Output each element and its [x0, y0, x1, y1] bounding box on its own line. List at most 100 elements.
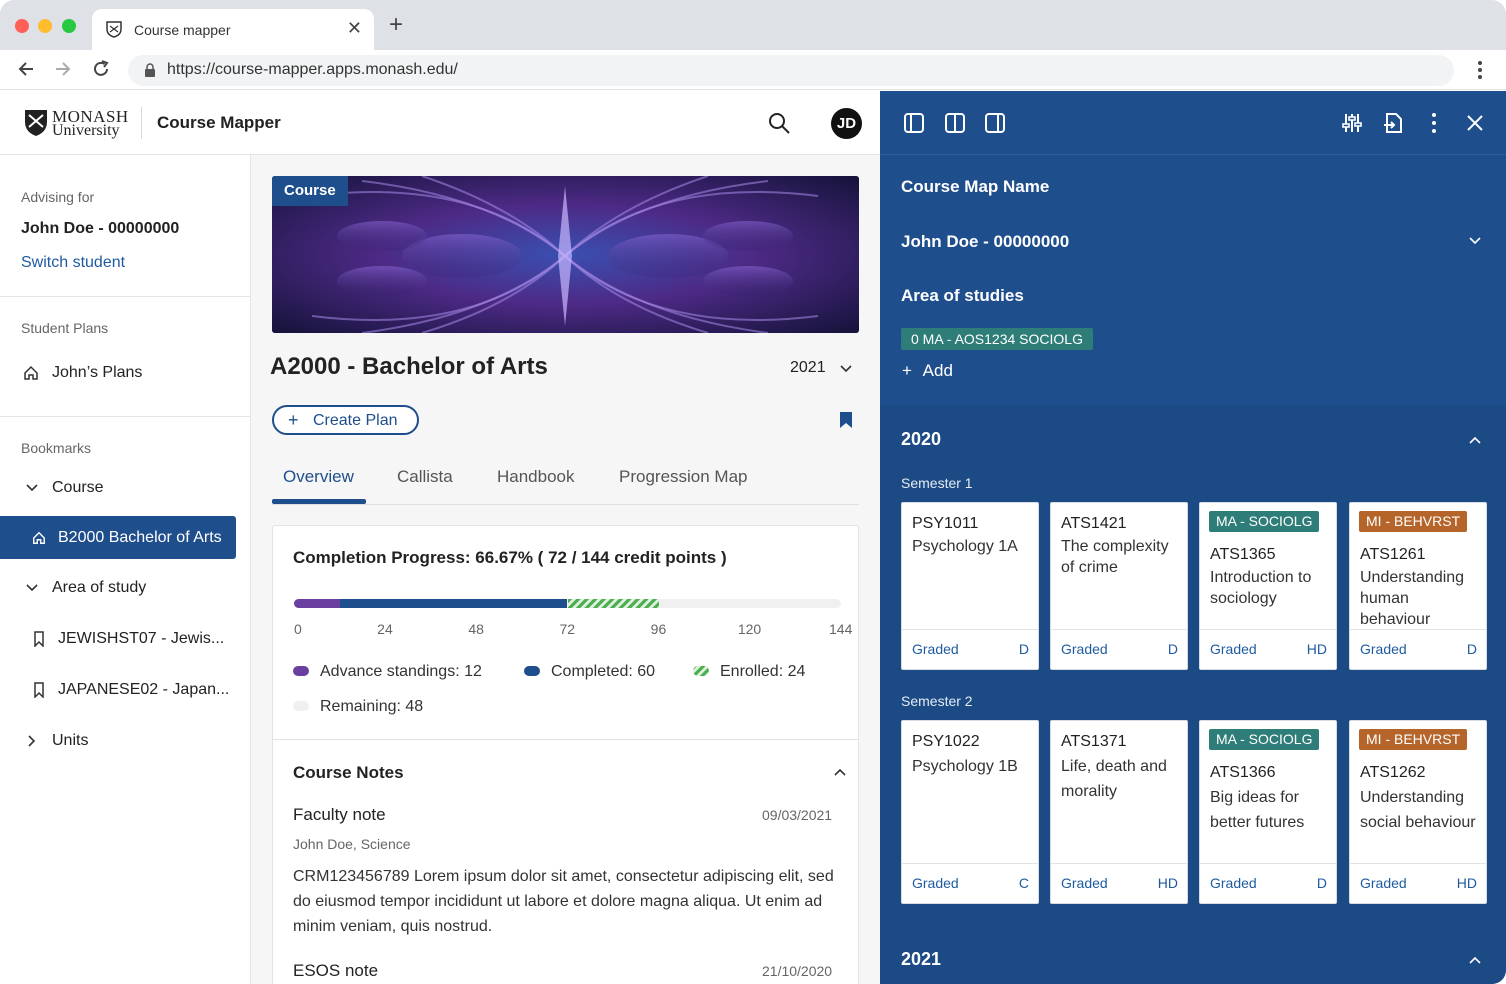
tab-progression-map[interactable]: Progression Map [619, 467, 748, 487]
unit-card[interactable]: ATS1371 Life, death and morality Graded HD [1050, 720, 1188, 904]
progress-segment-enrolled [567, 599, 659, 608]
unit-footer: Graded D [1200, 863, 1336, 903]
sidebar-item-b2000[interactable]: B2000 Bachelor of Arts [0, 516, 236, 559]
layout-split-icon[interactable] [944, 112, 966, 134]
sidebar-item-label: John’s Plans [52, 364, 143, 381]
maximize-window-button[interactable] [62, 19, 76, 33]
switch-student-link[interactable]: Switch student [21, 254, 125, 272]
bookmark-icon [34, 682, 44, 698]
sidebar-group-units[interactable]: Units [0, 721, 250, 761]
tab-close-icon[interactable]: ✕ [347, 18, 362, 39]
sidebar-group-course[interactable]: Course [0, 468, 250, 508]
layout-right-icon[interactable] [984, 112, 1006, 134]
reload-icon[interactable] [90, 58, 112, 80]
chevron-right-icon [28, 735, 36, 747]
chevron-down-icon[interactable] [838, 361, 854, 377]
legend-swatch [524, 666, 540, 676]
unit-card[interactable]: MA - SOCIOLG ATS1366 Big ideas for better … [1199, 720, 1337, 904]
unit-footer: Graded HD [1051, 863, 1187, 903]
unit-card[interactable]: MI - BEHVRST ATS1261 Understanding human b… [1349, 502, 1487, 670]
plus-icon: + [288, 410, 299, 430]
more-options-icon[interactable] [1423, 112, 1445, 134]
progress-tick-label: 120 [737, 621, 762, 637]
progress-bar [294, 599, 841, 608]
monash-shield-icon [25, 110, 47, 136]
note-author: John Doe, Science [293, 836, 411, 852]
chevron-up-icon[interactable] [1467, 432, 1483, 448]
legend-label: Advance standings: 12 [320, 663, 482, 680]
user-avatar[interactable]: JD [831, 108, 862, 139]
sidebar-item-label: JEWISHST07 - Jewis... [58, 630, 225, 647]
note-date: 21/10/2020 [762, 963, 833, 979]
export-file-icon[interactable] [1382, 112, 1404, 134]
url-field[interactable]: https://course-mapper.apps.monash.edu/ [128, 55, 1454, 86]
year-select[interactable]: 2021 [790, 359, 826, 377]
search-icon[interactable] [767, 111, 791, 135]
chevron-up-icon[interactable] [832, 764, 848, 780]
layout-left-icon[interactable] [903, 112, 925, 134]
unit-card[interactable]: PSY1022 Psychology 1B Graded C [901, 720, 1039, 904]
unit-code: ATS1371 [1061, 733, 1127, 750]
unit-grade: D [1466, 641, 1477, 657]
create-plan-button[interactable]: + Create Plan [272, 405, 419, 435]
sidebar-item-johns-plans[interactable]: John’s Plans [0, 353, 250, 393]
unit-name: Psychology 1A [912, 538, 1018, 555]
year-heading[interactable]: 2021 [901, 949, 941, 970]
monash-logo[interactable]: MONASH University [24, 107, 134, 141]
chevron-down-icon[interactable] [1467, 233, 1483, 249]
bookmarks-label: Bookmarks [21, 440, 92, 456]
sidebar-item-jewishst07[interactable]: JEWISHST07 - Jewis... [0, 619, 250, 659]
unit-card[interactable]: MA - SOCIOLG ATS1365 Introduction to socio… [1199, 502, 1337, 670]
forward-icon[interactable] [52, 58, 74, 80]
note-title: ESOS note [293, 961, 379, 980]
tab-callista[interactable]: Callista [397, 467, 453, 487]
note-body: CRM123456789 Lorem ipsum dolor sit amet,… [293, 868, 834, 935]
minimize-window-button[interactable] [38, 19, 52, 33]
tab-handbook[interactable]: Handbook [497, 467, 575, 487]
unit-badge: MI - BEHVRST [1359, 729, 1468, 750]
unit-card[interactable]: MI - BEHVRST ATS1262 Understanding social … [1349, 720, 1487, 904]
add-label: Add [922, 361, 953, 380]
close-panel-icon[interactable] [1464, 112, 1486, 134]
sidebar-group-label: Area of study [52, 579, 147, 596]
progress-tick-label: 72 [559, 621, 576, 637]
progress-segment-advance [294, 599, 340, 608]
sidebar-divider [0, 296, 250, 297]
advised-student-name: John Doe - 00000000 [21, 220, 180, 237]
unit-card[interactable]: ATS1421 The complexity of crime Graded D [1050, 502, 1188, 670]
active-tab-indicator [272, 499, 366, 504]
hero-tag: Course [272, 176, 348, 206]
note-date: 09/03/2021 [762, 807, 833, 823]
year-heading[interactable]: 2020 [901, 429, 941, 450]
close-window-button[interactable] [15, 19, 29, 33]
back-icon[interactable] [15, 58, 37, 80]
sidebar-group-area-of-study[interactable]: Area of study [0, 568, 250, 608]
unit-status: Graded [1360, 875, 1407, 891]
browser-menu-icon[interactable] [1470, 58, 1490, 82]
bookmark-filled-icon[interactable] [839, 411, 853, 429]
app-title: Course Mapper [157, 113, 281, 132]
unit-code: PSY1011 [912, 515, 979, 532]
unit-status: Graded [1061, 875, 1108, 891]
aos-chip[interactable]: 0 MA - AOS1234 SOCIOLG [901, 328, 1093, 350]
semester-label: Semester 1 [901, 475, 973, 491]
unit-card[interactable]: PSY1011 Psychology 1A Graded D [901, 502, 1039, 670]
fractal-artwork [272, 176, 859, 333]
course-hero-image: Course [272, 176, 859, 333]
unit-grade: D [1316, 875, 1327, 891]
tab-strip: Course mapper ✕ + [0, 0, 1506, 50]
progress-tick-label: 144 [829, 621, 853, 637]
card-divider [273, 739, 858, 740]
unit-grade: D [1018, 641, 1029, 657]
filter-sliders-icon[interactable] [1341, 112, 1363, 134]
home-icon [33, 531, 45, 544]
course-title: A2000 - Bachelor of Arts [270, 353, 548, 380]
sidebar-item-japanese02[interactable]: JAPANESE02 - Japan... [0, 670, 250, 710]
browser-tab[interactable]: Course mapper ✕ [92, 9, 374, 50]
chevron-up-icon[interactable] [1467, 952, 1483, 968]
panel-student-select[interactable]: John Doe - 00000000 [901, 232, 1069, 252]
tab-overview[interactable]: Overview [283, 467, 354, 487]
add-aos-button[interactable]: + Add [902, 361, 953, 381]
panel-toolbar [880, 91, 1506, 155]
new-tab-button[interactable]: + [389, 13, 403, 37]
